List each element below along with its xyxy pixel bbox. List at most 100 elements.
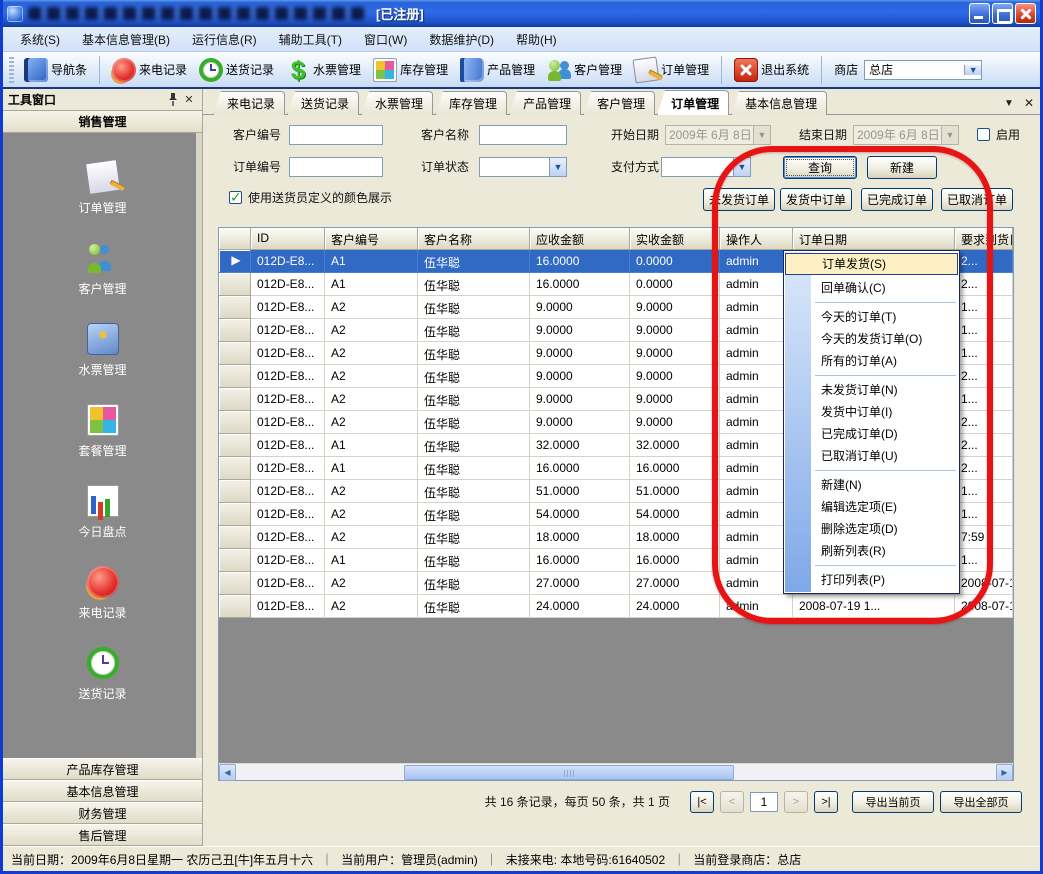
tab-客户管理[interactable]: 客户管理 <box>583 91 655 115</box>
sidebar-item-送货记录[interactable]: 送货记录 <box>43 647 163 702</box>
context-menu-item-打印列表(P)[interactable]: 打印列表(P) <box>785 569 958 591</box>
grid-column-header-实收金额[interactable]: 实收金额 <box>630 228 720 250</box>
prev-page-button[interactable]: < <box>720 791 744 813</box>
grid-column-header-要求到货日期[interactable]: 要求到货日期 <box>955 228 1013 250</box>
payment-method-select[interactable]: ▼ <box>661 157 751 177</box>
status-filter-button-未发货订单[interactable]: 未发货订单 <box>703 188 775 211</box>
sidebar-item-订单管理[interactable]: 订单管理 <box>43 161 163 216</box>
status-filter-button-已完成订单[interactable]: 已完成订单 <box>861 188 933 211</box>
sidebar-section-售后管理[interactable]: 售后管理 <box>3 824 202 846</box>
grid-column-header-客户编号[interactable]: 客户编号 <box>325 228 418 250</box>
sidebar-item-套餐管理[interactable]: 套餐管理 <box>43 404 163 459</box>
tab-scroll-down-icon[interactable]: ▼ <box>1004 98 1014 109</box>
export-current-page-button[interactable]: 导出当前页 <box>852 791 934 813</box>
status-filter-button-发货中订单[interactable]: 发货中订单 <box>780 188 852 211</box>
context-menu-item-新建(N)[interactable]: 新建(N) <box>785 474 958 496</box>
last-page-button[interactable]: >| <box>814 791 838 813</box>
table-cell: 012D-E8... <box>251 296 325 319</box>
customer-name-input[interactable] <box>479 125 567 145</box>
context-menu-item-已完成订单(D)[interactable]: 已完成订单(D) <box>785 423 958 445</box>
order-status-select[interactable]: ▼ <box>479 157 567 177</box>
tab-订单管理[interactable]: 订单管理 <box>657 90 729 115</box>
chevron-down-icon[interactable]: ▼ <box>964 65 981 75</box>
enable-checkbox[interactable] <box>977 128 990 141</box>
end-date-picker[interactable]: 2009年 6月 8日 ▼ <box>853 125 959 145</box>
grid-column-header-ID[interactable]: ID <box>251 228 325 250</box>
grid-column-header-订单日期[interactable]: 订单日期 <box>793 228 955 250</box>
new-button[interactable]: 新建 <box>867 156 937 179</box>
tab-基本信息管理[interactable]: 基本信息管理 <box>731 91 827 115</box>
grid-column-header-应收金额[interactable]: 应收金额 <box>530 228 630 250</box>
grid-column-header-操作人[interactable]: 操作人 <box>720 228 793 250</box>
context-menu-item-订单发货(S)[interactable]: 订单发货(S) <box>785 253 958 275</box>
tab-送货记录[interactable]: 送货记录 <box>287 91 359 115</box>
tab-水票管理[interactable]: 水票管理 <box>361 91 433 115</box>
sidebar-item-客户管理[interactable]: 客户管理 <box>43 242 163 297</box>
sidebar-item-水票管理[interactable]: 水票管理 <box>43 323 163 378</box>
first-page-button[interactable]: |< <box>690 791 714 813</box>
start-date-picker[interactable]: 2009年 6月 8日 ▼ <box>665 125 771 145</box>
tab-库存管理[interactable]: 库存管理 <box>435 91 507 115</box>
sidebar-section-财务管理[interactable]: 财务管理 <box>3 802 202 824</box>
toolbar-button-exit[interactable]: 退出系统 <box>730 56 813 84</box>
toolbar-button-call[interactable]: 来电记录 <box>108 56 191 84</box>
menubar-item[interactable]: 辅助工具(T) <box>268 28 353 51</box>
context-menu-item-今天的发货订单(O)[interactable]: 今天的发货订单(O) <box>785 328 958 350</box>
context-menu-item-所有的订单(A)[interactable]: 所有的订单(A) <box>785 350 958 372</box>
shop-select[interactable]: 总店 ▼ <box>864 60 982 80</box>
context-menu-item-今天的订单(T)[interactable]: 今天的订单(T) <box>785 306 958 328</box>
sidebar-item-今日盘点[interactable]: 今日盘点 <box>43 485 163 540</box>
toolbar-button-order[interactable]: 订单管理 <box>630 56 713 84</box>
deliveryman-color-checkbox[interactable] <box>229 191 242 204</box>
toolbar-separator <box>821 56 822 84</box>
menubar-item[interactable]: 数据维护(D) <box>418 28 505 51</box>
menubar-item[interactable]: 系统(S) <box>9 28 71 51</box>
menubar-item[interactable]: 帮助(H) <box>505 28 568 51</box>
context-menu-item-编辑选定项(E)[interactable]: 编辑选定项(E) <box>785 496 958 518</box>
next-page-button[interactable]: > <box>784 791 808 813</box>
order-no-input[interactable] <box>289 157 383 177</box>
context-menu-item-发货中订单(I)[interactable]: 发货中订单(I) <box>785 401 958 423</box>
context-menu-item-已取消订单(U)[interactable]: 已取消订单(U) <box>785 445 958 467</box>
scroll-right-icon[interactable]: ▶ <box>996 764 1013 781</box>
sidebar-close-icon[interactable]: ✕ <box>181 92 197 108</box>
table-cell: 伍华聪 <box>418 434 530 457</box>
horizontal-scrollbar[interactable]: ◀ ▶ <box>219 763 1013 780</box>
table-cell: 2... <box>955 365 1013 388</box>
scrollbar-thumb[interactable] <box>404 765 734 780</box>
status-filter-button-已取消订单[interactable]: 已取消订单 <box>941 188 1013 211</box>
table-cell: 32.0000 <box>630 434 720 457</box>
tab-来电记录[interactable]: 来电记录 <box>213 91 285 115</box>
sidebar-item-来电记录[interactable]: 来电记录 <box>43 566 163 621</box>
table-cell: 32.0000 <box>530 434 630 457</box>
query-button[interactable]: 查询 <box>783 156 857 179</box>
customer-no-input[interactable] <box>289 125 383 145</box>
scroll-left-icon[interactable]: ◀ <box>219 764 236 781</box>
context-menu-item-回单确认(C)[interactable]: 回单确认(C) <box>785 277 958 299</box>
toolbar-button-people[interactable]: 客户管理 <box>543 56 626 84</box>
export-all-pages-button[interactable]: 导出全部页 <box>940 791 1022 813</box>
table-row[interactable]: 012D-E8...A2伍华聪24.000024.0000admin2008-0… <box>219 595 1013 618</box>
tab-close-icon[interactable]: ✕ <box>1024 96 1034 110</box>
close-button[interactable] <box>1015 3 1036 24</box>
context-menu-item-删除选定项(D)[interactable]: 删除选定项(D) <box>785 518 958 540</box>
sidebar-section-产品库存管理[interactable]: 产品库存管理 <box>3 758 202 780</box>
page-number-input[interactable] <box>750 792 778 812</box>
menubar-item[interactable]: 窗口(W) <box>353 28 418 51</box>
sidebar-section-sales[interactable]: 销售管理 <box>3 111 202 133</box>
maximize-button[interactable] <box>992 3 1013 24</box>
minimize-button[interactable] <box>969 3 990 24</box>
pin-icon[interactable] <box>165 92 181 108</box>
context-menu-item-未发货订单(N)[interactable]: 未发货订单(N) <box>785 379 958 401</box>
grid-column-header-客户名称[interactable]: 客户名称 <box>418 228 530 250</box>
toolbar-button-clock[interactable]: 送货记录 <box>195 56 278 84</box>
context-menu-item-刷新列表(R)[interactable]: 刷新列表(R) <box>785 540 958 562</box>
tab-产品管理[interactable]: 产品管理 <box>509 91 581 115</box>
toolbar-button-navbar[interactable]: 导航条 <box>20 56 91 84</box>
menubar-item[interactable]: 基本信息管理(B) <box>71 28 181 51</box>
toolbar-button-dollar[interactable]: 水票管理 <box>282 56 365 84</box>
toolbar-button-book[interactable]: 产品管理 <box>456 56 539 84</box>
sidebar-section-基本信息管理[interactable]: 基本信息管理 <box>3 780 202 802</box>
menubar-item[interactable]: 运行信息(R) <box>181 28 268 51</box>
toolbar-button-grid[interactable]: 库存管理 <box>369 56 452 84</box>
